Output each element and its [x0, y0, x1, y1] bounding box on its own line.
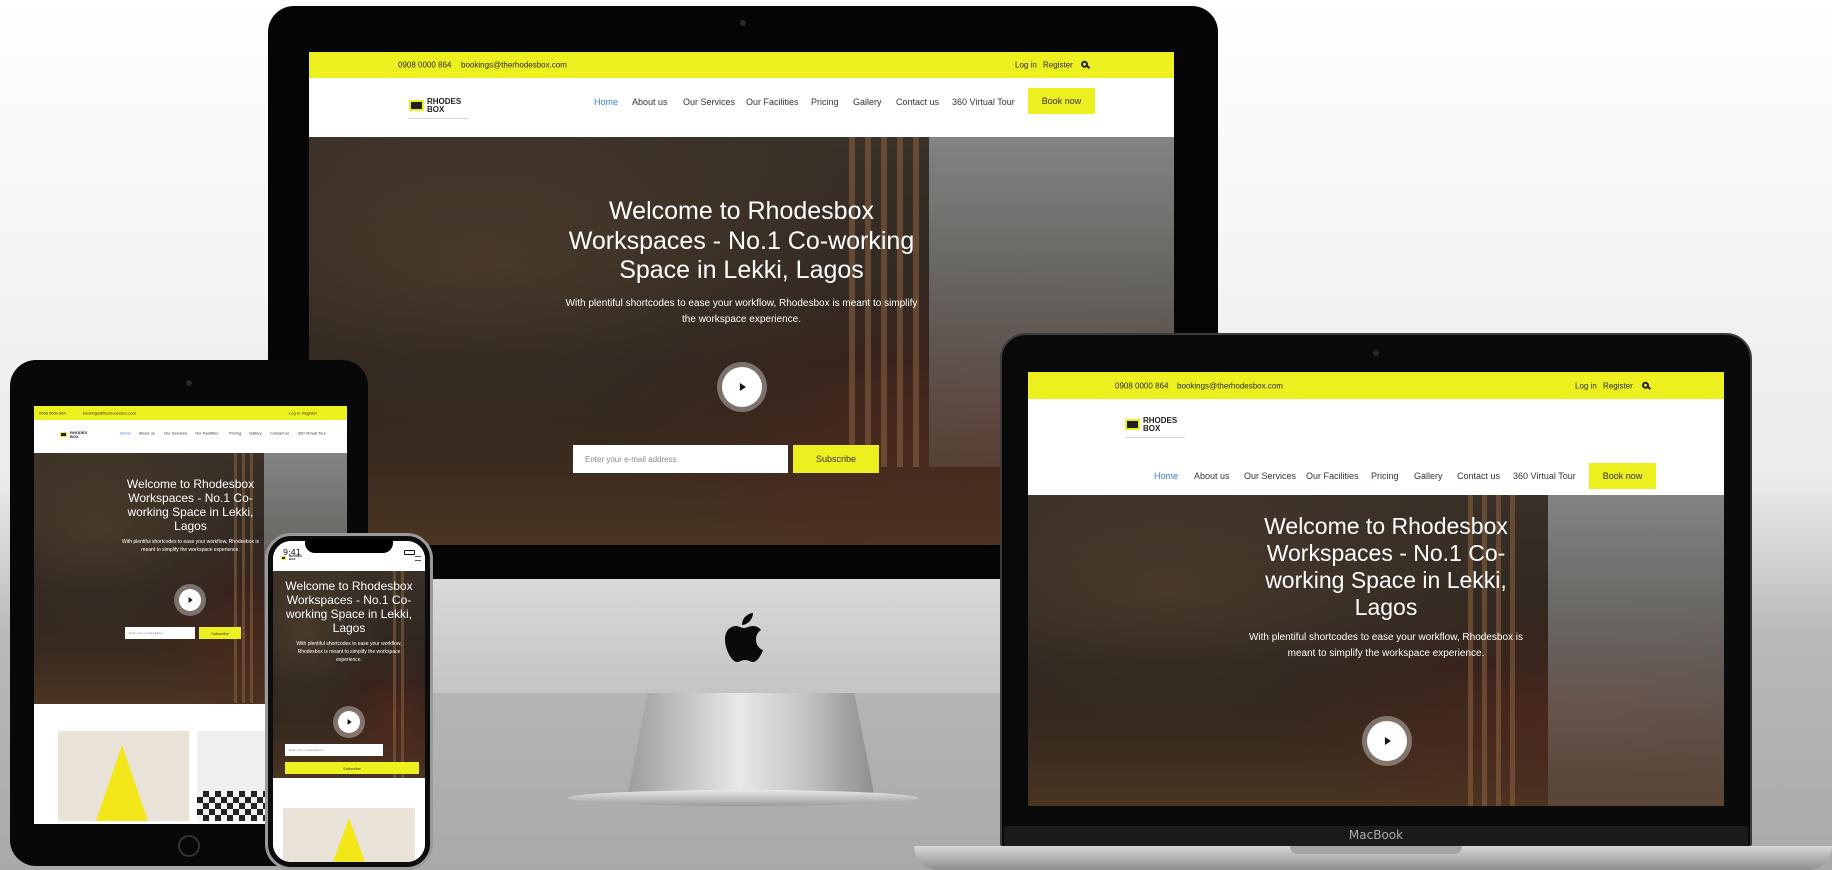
- ipad-brand-logo[interactable]: RHODES BOX: [60, 431, 87, 439]
- apple-logo-icon: [725, 613, 763, 662]
- imac-stand: [628, 693, 874, 793]
- nav-services[interactable]: Our Services: [683, 97, 735, 107]
- ipad-navbar: RHODES BOX Home About us Our Services Ou…: [34, 420, 347, 453]
- subscribe-button[interactable]: Subscribe: [793, 445, 879, 473]
- ipad-hero-title: Welcome to Rhodesbox Workspaces - No.1 C…: [126, 477, 255, 534]
- ipad-nav-services[interactable]: Our Services: [164, 431, 187, 436]
- nav-gallery[interactable]: Gallery: [853, 97, 882, 107]
- navbar: RHODES BOX Home About us Our Services Ou…: [309, 78, 1174, 137]
- nav-about[interactable]: About us: [632, 97, 668, 107]
- macbook-camera: [1373, 350, 1379, 356]
- nav-home[interactable]: Home: [594, 97, 618, 107]
- mb-nav-pricing[interactable]: Pricing: [1371, 471, 1399, 481]
- play-video-button[interactable]: [722, 367, 762, 407]
- battery-icon: [404, 549, 415, 555]
- mb-logo-line-2: BOX: [1143, 423, 1161, 433]
- mb-book-now-button[interactable]: Book now: [1589, 463, 1656, 489]
- macbook-screen-website: 0908 0000 864 bookings@therhodesbox.com …: [1028, 372, 1724, 806]
- topbar-phone: 0908 0000 864: [398, 60, 452, 70]
- iphone-gallery-image[interactable]: [283, 808, 415, 862]
- register-link[interactable]: Register: [1043, 61, 1073, 70]
- email-input[interactable]: Enter your e-mail address: [573, 445, 788, 473]
- iphone-time: 9:41: [283, 547, 301, 557]
- ipad-logo-line-2: BOX: [70, 433, 79, 439]
- ipad-login-link[interactable]: Log in: [289, 411, 300, 416]
- ipad-nav-gallery[interactable]: Gallery: [249, 431, 262, 436]
- ipad-nav-contact[interactable]: Contact us: [270, 431, 289, 436]
- iphone-subscribe-button[interactable]: Subscribe: [285, 762, 419, 774]
- iphone-hero-subtitle: With plentiful shortcodes to ease your w…: [296, 640, 402, 663]
- iphone-gallery-section: [273, 778, 425, 862]
- ipad-nav-home[interactable]: Home: [120, 431, 131, 436]
- ipad-nav-pricing[interactable]: Pricing: [229, 431, 241, 436]
- mb-nav-contact[interactable]: Contact us: [1457, 471, 1500, 481]
- ipad-register-link[interactable]: Register: [302, 411, 317, 416]
- login-link[interactable]: Log in: [1015, 61, 1037, 70]
- mb-topbar: 0908 0000 864 bookings@therhodesbox.com …: [1028, 372, 1724, 399]
- ipad-topbar-phone: 0908 0000 864: [39, 410, 66, 416]
- nav-virtual-tour[interactable]: 360 Virtual Tour: [952, 97, 1015, 107]
- ipad-topbar-email[interactable]: bookings@therhodesbox.com: [83, 411, 136, 416]
- mb-brand-logo[interactable]: RHODES BOX: [1125, 417, 1177, 432]
- nav-pricing[interactable]: Pricing: [811, 97, 839, 107]
- mb-search-icon[interactable]: [1642, 381, 1649, 389]
- hero-subtitle: With plentiful shortcodes to ease your w…: [565, 297, 918, 325]
- hero-title: Welcome to Rhodesbox Workspaces - No.1 C…: [568, 197, 915, 284]
- ipad-email-input[interactable]: Enter your e-mail address: [125, 627, 195, 639]
- ipad-hero-subtitle: With plentiful shortcodes to ease your w…: [121, 538, 259, 553]
- ipad-camera: [186, 380, 192, 386]
- mb-nav-facilities[interactable]: Our Facilities: [1306, 471, 1359, 481]
- nav-contact[interactable]: Contact us: [896, 97, 939, 107]
- ipad-subscribe-button[interactable]: Subscribe: [199, 627, 241, 639]
- mb-nav-virtual-tour[interactable]: 360 Virtual Tour: [1513, 471, 1576, 481]
- mb-hero: Welcome to Rhodesbox Workspaces - No.1 C…: [1028, 495, 1724, 806]
- mb-nav-home[interactable]: Home: [1154, 471, 1178, 481]
- ipad-home-button: [178, 835, 200, 857]
- logo-mark-icon: [409, 100, 424, 112]
- imac-camera: [740, 20, 746, 26]
- mb-hero-subtitle: With plentiful shortcodes to ease your w…: [1248, 631, 1524, 659]
- topbar-email[interactable]: bookings@therhodesbox.com: [461, 61, 567, 70]
- search-icon[interactable]: [1081, 60, 1088, 68]
- macbook-label: MacBook: [1348, 828, 1404, 842]
- topbar: 0908 0000 864 bookings@therhodesbox.com …: [309, 52, 1174, 78]
- mb-login-link[interactable]: Log in: [1575, 381, 1597, 390]
- imac-stand-base: [568, 790, 918, 806]
- mb-play-button[interactable]: [1367, 721, 1407, 761]
- mb-nav-services[interactable]: Our Services: [1244, 471, 1296, 481]
- book-now-button[interactable]: Book now: [1028, 88, 1095, 114]
- ipad-nav-facilities[interactable]: Our Facilities: [195, 431, 218, 436]
- mb-register-link[interactable]: Register: [1603, 381, 1633, 390]
- ipad-nav-about[interactable]: About us: [139, 431, 155, 436]
- iphone-status-bar: 9:41: [273, 545, 425, 559]
- mb-nav-about[interactable]: About us: [1194, 471, 1230, 481]
- mb-topbar-email[interactable]: bookings@therhodesbox.com: [1177, 381, 1283, 390]
- mb-topbar-phone: 0908 0000 864: [1115, 381, 1169, 390]
- brand-logo[interactable]: RHODES BOX: [409, 98, 461, 113]
- mb-nav-gallery[interactable]: Gallery: [1414, 471, 1443, 481]
- nav-facilities[interactable]: Our Facilities: [746, 97, 799, 107]
- iphone-play-button[interactable]: [338, 711, 360, 733]
- mb-hero-title: Welcome to Rhodesbox Workspaces - No.1 C…: [1264, 513, 1508, 621]
- ipad-nav-virtual-tour[interactable]: 360 Virtual Tour: [298, 431, 326, 436]
- iphone-hero-title: Welcome to Rhodesbox Workspaces - No.1 C…: [285, 579, 413, 636]
- ipad-play-button[interactable]: [179, 589, 201, 611]
- ipad-gallery-image-1[interactable]: [58, 731, 189, 821]
- iphone-hero: Welcome to Rhodesbox Workspaces - No.1 C…: [273, 571, 425, 778]
- macbook-notch: [1290, 846, 1462, 854]
- ipad-topbar: 0908 0000 864 bookings@therhodesbox.com …: [34, 406, 347, 420]
- iphone-screen-website: RHODES BOX Welcome to Rhodesbox Workspac…: [273, 541, 425, 862]
- mb-navbar: RHODES BOX Home About us Our Services Ou…: [1028, 399, 1724, 495]
- logo-line-2: BOX: [427, 104, 445, 114]
- iphone-email-input[interactable]: Enter your e-mail address: [285, 744, 383, 756]
